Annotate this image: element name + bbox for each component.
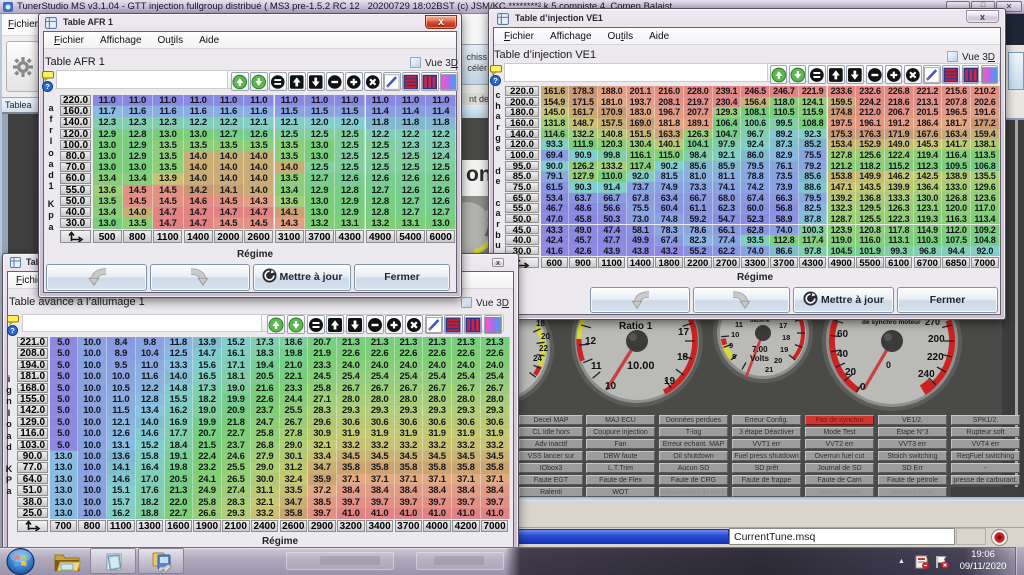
svg-text:?: ? xyxy=(493,76,498,85)
svg-text:?: ? xyxy=(45,82,50,91)
svg-text:?: ? xyxy=(10,326,15,335)
